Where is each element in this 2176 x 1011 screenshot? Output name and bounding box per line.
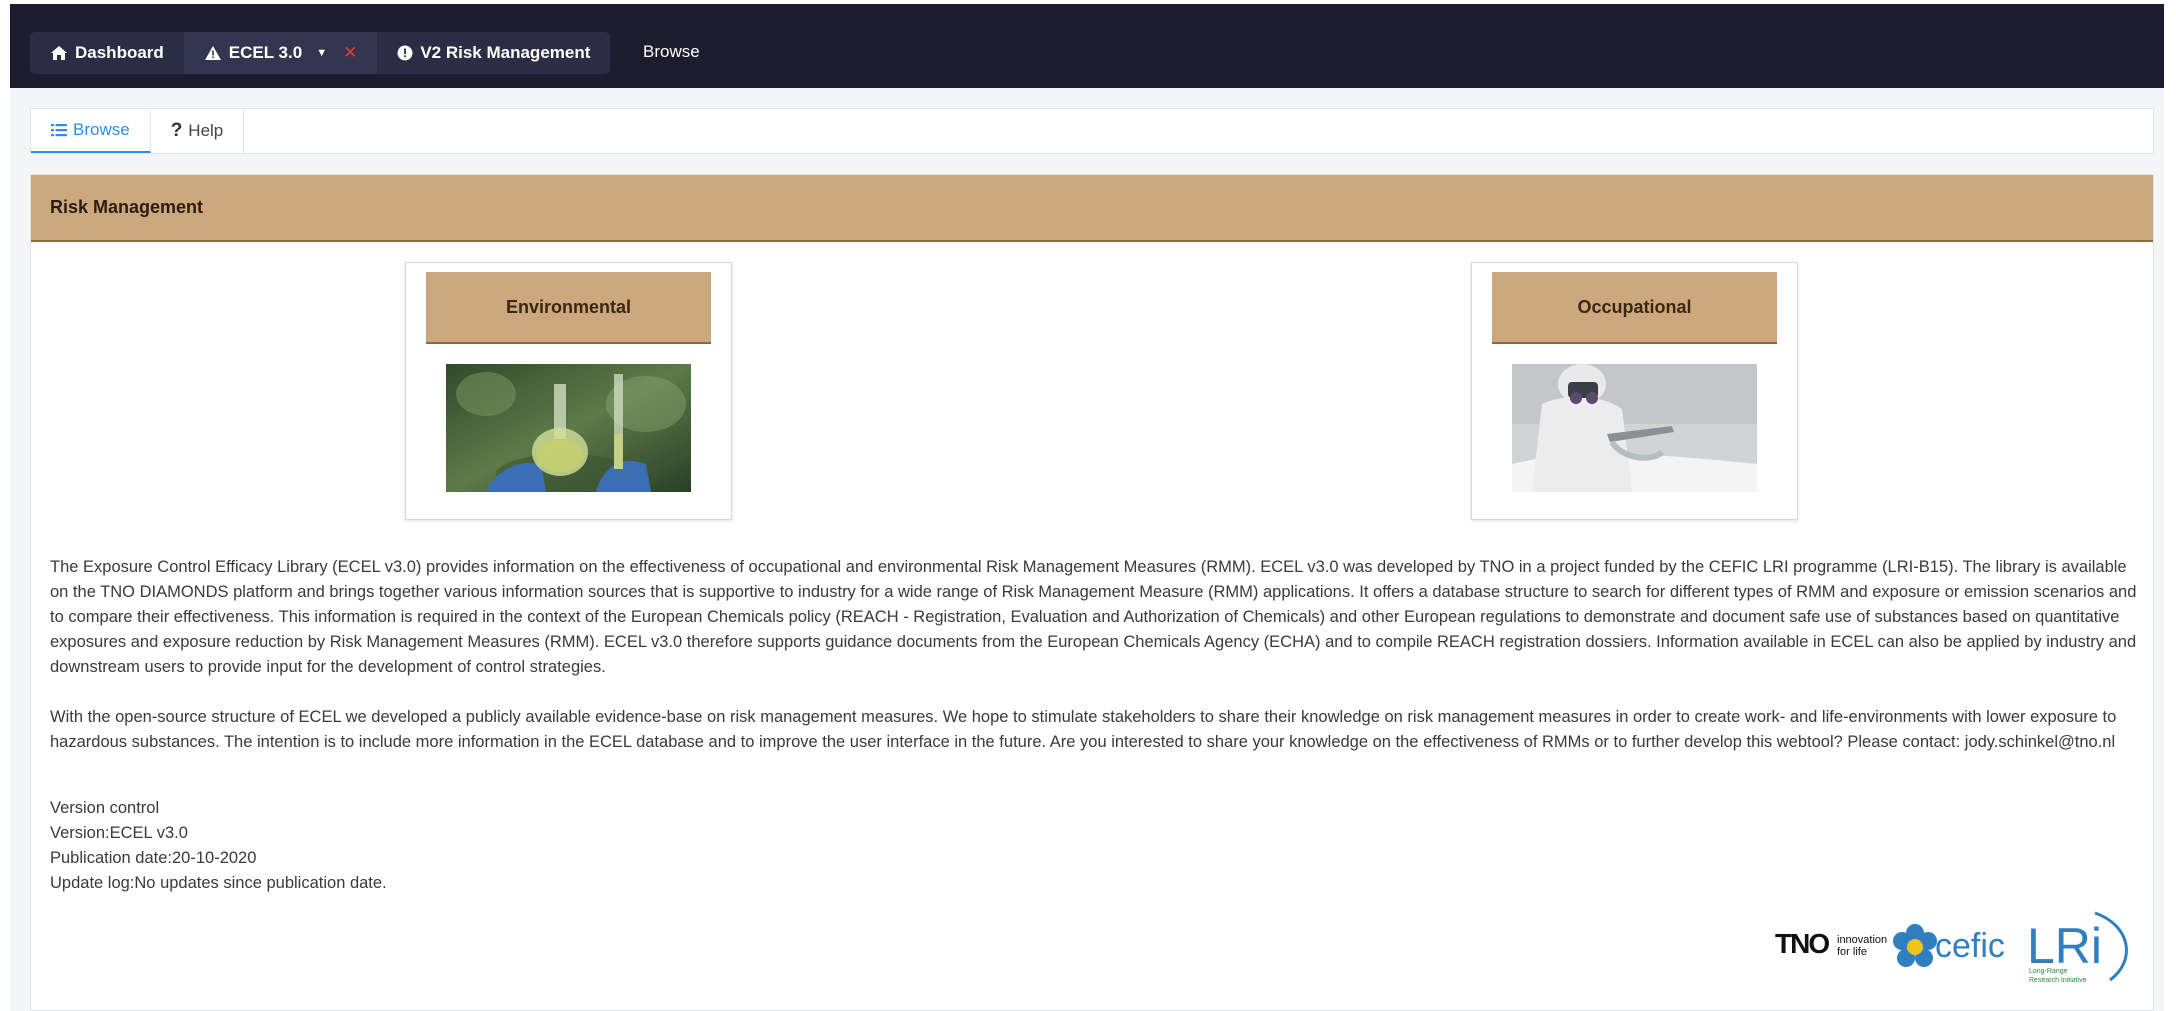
risk-management-panel: Risk Management Environmental Occupation… bbox=[30, 174, 2154, 1011]
occupational-card[interactable]: Occupational bbox=[1471, 262, 1798, 520]
warning-icon bbox=[204, 45, 222, 61]
environmental-card-title[interactable]: Environmental bbox=[426, 272, 711, 344]
chevron-down-icon[interactable]: ▼ bbox=[316, 47, 327, 59]
main-content: Browse ? Help Risk Management Environmen… bbox=[10, 88, 2164, 1011]
tab-label: Help bbox=[188, 121, 224, 140]
tno-tagline-2: for life bbox=[1837, 946, 1867, 958]
list-icon bbox=[51, 123, 67, 137]
top-navbar: Dashboard ECEL 3.0 ▼ ✕ V2 Risk Managemen… bbox=[10, 4, 2164, 88]
tno-logo: TNO bbox=[1775, 928, 1829, 959]
crumb-risk-management[interactable]: V2 Risk Management bbox=[377, 32, 610, 74]
panel-title: Risk Management bbox=[31, 175, 2153, 242]
home-icon bbox=[50, 45, 68, 61]
cefic-logo: cefic bbox=[1935, 927, 2005, 965]
version-value: Version:ECEL v3.0 bbox=[50, 824, 188, 842]
question-icon: ? bbox=[170, 120, 183, 141]
tno-tagline-1: innovation bbox=[1837, 934, 1887, 946]
crumb-label: Dashboard bbox=[75, 43, 164, 62]
lri-subtitle-2: Research Initiative bbox=[2029, 977, 2087, 984]
lab-flask-image[interactable] bbox=[446, 364, 691, 492]
environmental-card[interactable]: Environmental bbox=[405, 262, 732, 520]
info-circle-icon bbox=[397, 45, 413, 61]
occupational-card-title[interactable]: Occupational bbox=[1492, 272, 1777, 344]
description-paragraph-2: With the open-source structure of ECEL w… bbox=[50, 708, 2117, 751]
breadcrumb: Dashboard ECEL 3.0 ▼ ✕ V2 Risk Managemen… bbox=[30, 32, 611, 74]
close-icon[interactable]: ✕ bbox=[343, 43, 357, 63]
version-heading: Version control bbox=[50, 799, 160, 817]
worker-protective-gear-image[interactable] bbox=[1512, 364, 1757, 492]
partner-logos: TNO innovation for life cefic LRi Long-R… bbox=[1745, 905, 2135, 985]
update-log: Update log:No updates since publication … bbox=[50, 874, 387, 892]
lri-logo: LRi bbox=[2027, 918, 2102, 974]
tab-browse[interactable]: Browse bbox=[31, 109, 151, 153]
cefic-flower-icon bbox=[1893, 924, 1937, 967]
version-control-block: Version control Version:ECEL v3.0 Public… bbox=[50, 796, 2140, 896]
crumb-dashboard[interactable]: Dashboard bbox=[30, 32, 184, 74]
current-page-label: Browse bbox=[643, 42, 700, 61]
tab-help[interactable]: ? Help bbox=[151, 109, 245, 153]
publication-date: Publication date:20-10-2020 bbox=[50, 849, 257, 867]
description-paragraph-1: The Exposure Control Efficacy Library (E… bbox=[50, 558, 2137, 676]
crumb-ecel[interactable]: ECEL 3.0 ▼ ✕ bbox=[183, 32, 378, 74]
tab-bar: Browse ? Help bbox=[30, 108, 2154, 154]
crumb-label: V2 Risk Management bbox=[420, 43, 591, 62]
crumb-label: ECEL 3.0 bbox=[228, 43, 303, 62]
lri-subtitle-1: Long-Range bbox=[2029, 968, 2068, 975]
tab-label: Browse bbox=[73, 120, 130, 139]
